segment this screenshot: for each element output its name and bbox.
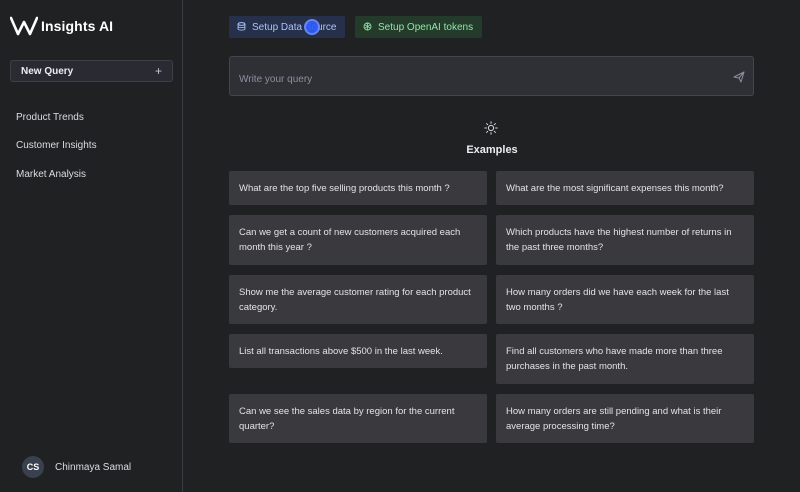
sidebar-item-market-analysis[interactable]: Market Analysis: [0, 160, 183, 189]
plus-icon: +: [154, 64, 162, 78]
example-card[interactable]: Can we see the sales data by region for …: [229, 394, 487, 443]
sidebar-item-label: Product Trends: [16, 111, 84, 123]
sidebar-item-label: Customer Insights: [16, 140, 97, 152]
sun-icon: [484, 121, 498, 135]
send-icon[interactable]: [733, 71, 745, 83]
setup-openai-tokens-button[interactable]: Setup OpenAI tokens: [355, 16, 482, 38]
insights-logo-icon: [10, 16, 38, 36]
user-profile[interactable]: CS Chinmaya Samal: [22, 456, 131, 478]
query-box: [229, 56, 754, 96]
user-name: Chinmaya Samal: [55, 461, 132, 473]
sidebar-item-product-trends[interactable]: Product Trends: [0, 103, 183, 132]
new-query-label: New Query: [21, 65, 74, 77]
example-card[interactable]: List all transactions above $500 in the …: [229, 334, 487, 368]
example-card[interactable]: How many orders are still pending and wh…: [496, 394, 754, 443]
app-window: Insights AI New Query + Product Trends C…: [0, 0, 800, 492]
openai-icon: [363, 22, 372, 33]
main-panel: Setup Data Source Setup OpenAI tokens Wr…: [184, 0, 800, 492]
sidebar: Insights AI New Query + Product Trends C…: [0, 0, 183, 492]
sidebar-item-label: Market Analysis: [16, 168, 87, 180]
example-card[interactable]: What are the top five selling products t…: [229, 171, 487, 205]
example-card[interactable]: How many orders did we have each week fo…: [496, 275, 754, 324]
new-query-button[interactable]: New Query +: [10, 60, 173, 82]
mouse-cursor-indicator: [304, 19, 320, 35]
example-card[interactable]: Show me the average customer rating for …: [229, 275, 487, 324]
brand[interactable]: Insights AI: [10, 15, 113, 37]
example-card[interactable]: Can we get a count of new customers acqu…: [229, 215, 487, 265]
query-input[interactable]: [230, 57, 720, 95]
app-name: Insights AI: [41, 18, 114, 34]
saved-queries-list: Product Trends Customer Insights Market …: [0, 103, 183, 189]
setup-data-source-button[interactable]: Setup Data Source: [229, 16, 345, 38]
example-card[interactable]: What are the most significant expenses t…: [496, 171, 754, 205]
avatar: CS: [22, 456, 44, 478]
database-icon: [237, 21, 246, 33]
setup-openai-tokens-label: Setup OpenAI tokens: [378, 21, 474, 33]
example-card[interactable]: Which products have the highest number o…: [496, 215, 754, 265]
sidebar-item-customer-insights[interactable]: Customer Insights: [0, 132, 183, 161]
example-card[interactable]: Find all customers who have made more th…: [496, 334, 754, 384]
setup-data-source-label: Setup Data Source: [252, 21, 337, 33]
examples-title: Examples: [466, 144, 518, 156]
